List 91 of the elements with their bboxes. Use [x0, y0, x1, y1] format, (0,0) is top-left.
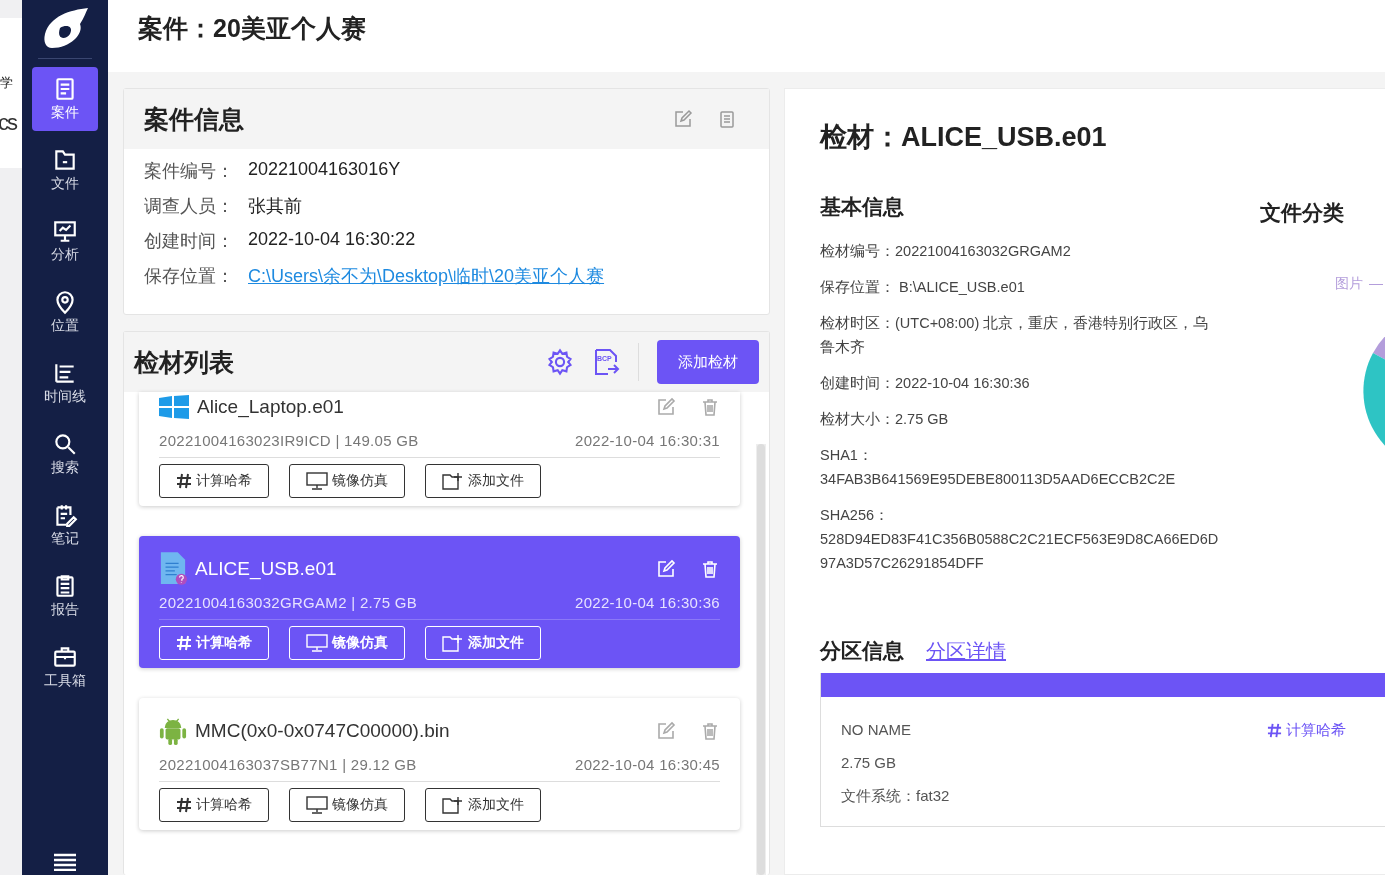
hash-label: SHA1： — [820, 446, 874, 465]
field-value: 20221004163016Y — [248, 159, 401, 181]
delete-icon[interactable] — [700, 559, 720, 579]
nav-icon — [52, 218, 78, 244]
folder-plus-icon — [442, 796, 464, 814]
info-field: 检材时区：(UTC+08:00) 北京，重庆，香港特别行政区，乌鲁木齐 — [820, 311, 1220, 359]
edit-icon[interactable] — [656, 721, 676, 741]
evidence-card[interactable]: ALICE_USB.e01 20221004163032GRGAM2 | 2.75 GB 2022-10-04 16:30:36 计算哈希 镜像仿真 添加文件 — [139, 536, 740, 668]
section-title: 分区信息 — [820, 638, 904, 664]
action-button[interactable]: 添加文件 — [425, 626, 541, 660]
monitor-icon — [306, 634, 328, 652]
field-value: 2022-10-04 16:30:22 — [248, 229, 416, 251]
nav-item[interactable]: 分析 — [32, 209, 98, 273]
delete-icon[interactable] — [700, 397, 720, 417]
edit-icon[interactable] — [656, 559, 676, 579]
section-title: 文件分类 — [1260, 200, 1345, 226]
folder-plus-icon — [442, 472, 464, 490]
evidence-card[interactable]: Alice_Laptop.e01 20221004163023IR9ICD | 149.05 GB 2022-10-04 16:30:31 计算哈希 镜像仿真 添加文件 — [139, 392, 740, 506]
action-button[interactable]: 计算哈希 — [159, 464, 269, 498]
chart-label: 图片 — [1335, 275, 1363, 293]
file-icon — [159, 552, 187, 586]
partition-name: NO NAME — [841, 721, 912, 738]
settings-icon[interactable] — [546, 348, 574, 376]
page-title: 案件：20美亚个人赛 — [138, 12, 366, 44]
windows-icon — [159, 395, 189, 419]
nav-item[interactable]: 文件 — [32, 138, 98, 202]
scrollbar[interactable] — [756, 444, 766, 875]
nav-icon — [52, 431, 78, 457]
evidence-id-size: 20221004163037SB77N1 | 29.12 GB — [159, 756, 417, 773]
folder-plus-icon — [442, 634, 464, 652]
clipboard-icon[interactable] — [717, 109, 737, 129]
field-label: 创建时间： — [144, 230, 234, 253]
hash-value: 34FAB3B641569E95DEBE800113D5AAD6ECCB2C2E — [820, 470, 1177, 489]
monitor-icon — [306, 796, 328, 814]
nav-item[interactable]: 报告 — [32, 564, 98, 628]
evidence-card[interactable]: MMC(0x0-0x0747C00000).bin 20221004163037SB77N1 | 29.12 GB 2022-10-04 16:30:45 计算哈希 镜像仿真 添加文件 — [139, 698, 740, 830]
info-field: 检材大小：2.75 GB — [820, 407, 1220, 431]
info-field: 检材编号：20221004163032GRGAM2 — [820, 239, 1220, 263]
nav-item[interactable]: 位置 — [32, 280, 98, 344]
leader-line — [1369, 283, 1383, 285]
evidence-time: 2022-10-04 16:30:31 — [575, 432, 720, 449]
detail-title: 检材：ALICE_USB.e01 — [820, 121, 1108, 154]
evidence-time: 2022-10-04 16:30:45 — [575, 756, 720, 773]
delete-icon[interactable] — [700, 721, 720, 741]
background-window-text: 学 — [0, 74, 14, 92]
monitor-icon — [306, 472, 328, 490]
info-field: 保存位置： B:\ALICE_USB.e01 — [820, 275, 1220, 299]
evidence-name: MMC(0x0-0x0747C00000).bin — [195, 720, 451, 742]
action-button[interactable]: 添加文件 — [425, 788, 541, 822]
action-button[interactable]: 镜像仿真 — [289, 788, 405, 822]
section-title: 基本信息 — [820, 194, 905, 220]
field-label: 保存位置： — [144, 265, 234, 288]
hash-icon — [176, 635, 192, 651]
evidence-name: Alice_Laptop.e01 — [197, 396, 345, 418]
nav-item[interactable]: 时间线 — [32, 351, 98, 415]
nav-icon — [52, 147, 78, 173]
card-title: 检材列表 — [134, 346, 234, 378]
hash-icon — [176, 797, 192, 813]
path-link[interactable]: C:\Users\余不为\Desktop\临时\20美亚个人赛 — [248, 264, 605, 288]
edit-icon[interactable] — [673, 109, 693, 129]
compute-hash-button[interactable]: 计算哈希 — [1267, 721, 1346, 740]
hash-icon — [176, 473, 192, 489]
android-icon — [159, 716, 187, 746]
nav-item[interactable]: 搜索 — [32, 422, 98, 486]
field-label: 案件编号： — [144, 160, 234, 183]
field-value: 张其前 — [248, 195, 302, 218]
action-button[interactable]: 计算哈希 — [159, 788, 269, 822]
evidence-time: 2022-10-04 16:30:36 — [575, 594, 720, 611]
action-button[interactable]: 计算哈希 — [159, 626, 269, 660]
edit-icon[interactable] — [656, 397, 676, 417]
info-field: 创建时间：2022-10-04 16:30:36 — [820, 371, 1220, 395]
evidence-id-size: 20221004163023IR9ICD | 149.05 GB — [159, 432, 419, 449]
action-button[interactable]: 镜像仿真 — [289, 626, 405, 660]
hash-label: SHA256： — [820, 506, 890, 525]
hash-value: 528D94ED83F41C356B0588C2C21ECF563E9D8CA66ED6D97A3D57C26291854DFF — [820, 530, 1220, 573]
partition-filesystem: 文件系统：fat32 — [841, 787, 950, 806]
evidence-name: ALICE_USB.e01 — [195, 558, 338, 580]
card-title: 案件信息 — [144, 103, 244, 135]
action-button[interactable]: 添加文件 — [425, 464, 541, 498]
menu-icon[interactable] — [53, 853, 77, 871]
partition-details-link[interactable]: 分区详情 — [926, 638, 1006, 665]
nav-item[interactable]: 工具箱 — [32, 635, 98, 699]
field-label: 调查人员： — [144, 195, 234, 218]
action-button[interactable]: 镜像仿真 — [289, 464, 405, 498]
hash-icon — [1267, 723, 1282, 738]
nav-item[interactable]: 笔记 — [32, 493, 98, 557]
evidence-id-size: 20221004163032GRGAM2 | 2.75 GB — [159, 594, 418, 611]
add-evidence-button[interactable]: 添加检材 — [657, 340, 759, 384]
nav-icon — [52, 644, 78, 670]
nav-item[interactable]: 案件 — [32, 67, 98, 131]
partition-size: 2.75 GB — [841, 754, 898, 771]
